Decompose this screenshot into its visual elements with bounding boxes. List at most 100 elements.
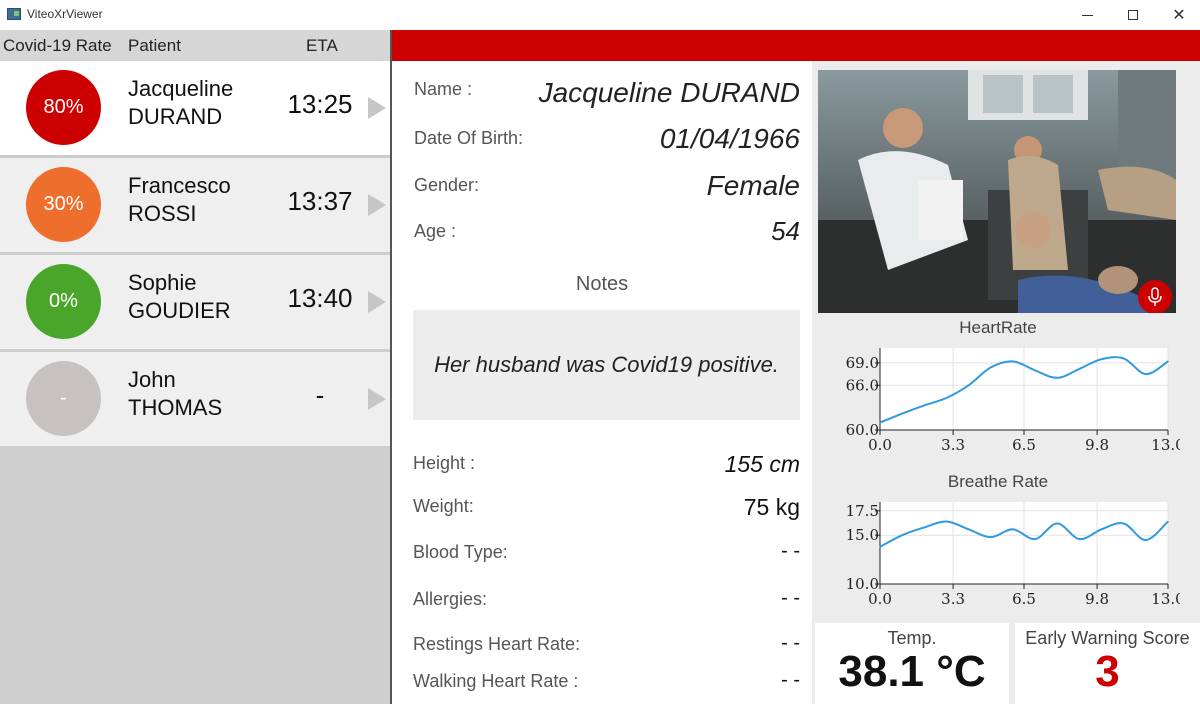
blood-type-value: - - (781, 540, 800, 562)
allergies-label: Allergies: (413, 589, 488, 609)
breathe-rate-chart-svg: 0.0 3.3 6.5 9.8 13.010.015.017.5 (846, 502, 1185, 608)
patient-last-name: DURAND (128, 104, 223, 129)
play-arrow-icon[interactable] (368, 194, 386, 216)
heart-rate-chart-svg: 0.0 3.3 6.5 9.8 13.060.066.069.0 (846, 348, 1185, 454)
patient-eta: 13:25 (287, 89, 353, 119)
data-point (1056, 522, 1059, 525)
data-point (879, 546, 881, 548)
data-point (901, 412, 903, 415)
data-point (1145, 373, 1147, 375)
data-point (923, 526, 926, 529)
data-point (1100, 528, 1103, 531)
allergies-value: - - (781, 587, 800, 609)
notes-box: Her husband was Covid19 positive. (413, 310, 800, 420)
patient-first-name: John (128, 367, 176, 392)
x-tick-label: 6.5 (1012, 436, 1036, 454)
height-label: Height : (413, 453, 476, 473)
notes-title: Notes (575, 273, 629, 295)
temperature-box: Temp. 38.1 °C (815, 623, 1009, 704)
data-point (1122, 522, 1125, 525)
data-point (923, 404, 926, 407)
patient-row[interactable]: 80% Jacqueline DURAND 13:25 (0, 61, 390, 158)
y-tick-label: 10.0 (846, 575, 879, 593)
blood-type-label: Blood Type: (413, 542, 508, 562)
play-arrow-icon[interactable] (368, 97, 386, 119)
close-button[interactable]: ✕ (1156, 0, 1200, 30)
ambulance-video-feed (818, 70, 1176, 313)
patient-name: Francesco ROSSI (128, 172, 231, 228)
weight-value: 75 kg (743, 494, 800, 520)
data-point (1167, 360, 1169, 363)
video-frame (818, 70, 1176, 313)
covid-rate-badge: 0% (26, 264, 101, 339)
data-point (945, 520, 948, 523)
data-point (1012, 360, 1014, 363)
patient-list-panel: Covid-19 Rate Patient ETA 80% Jacqueline… (0, 30, 390, 704)
heart-rate-chart-title: HeartRate (959, 318, 1037, 337)
patient-list-header: Covid-19 Rate Patient ETA (0, 30, 390, 61)
y-tick-label: 15.0 (846, 526, 879, 544)
data-point (1100, 358, 1103, 360)
x-tick-label: 13.0 (1151, 436, 1180, 454)
header-covid-rate: Covid-19 Rate (3, 36, 112, 55)
y-tick-label: 69.0 (846, 354, 879, 372)
data-point (1056, 377, 1059, 379)
name-label: Name : (414, 79, 473, 99)
minimize-button[interactable] (1064, 0, 1110, 30)
header-patient: Patient (128, 36, 181, 55)
play-arrow-icon[interactable] (368, 388, 386, 410)
name-value: Jacqueline DURAND (538, 77, 800, 108)
early-warning-score-box: Early Warning Score 3 (1015, 623, 1200, 704)
title-bar: ViteoXrViewer ✕ (0, 0, 1200, 31)
app-icon (7, 8, 21, 20)
window-title: ViteoXrViewer (27, 7, 103, 21)
covid-rate-badge: - (26, 361, 101, 436)
dob-label: Date Of Birth: (414, 128, 524, 148)
temperature-label: Temp. (887, 628, 937, 648)
data-point (989, 366, 992, 369)
alert-header-bar (392, 30, 1200, 61)
data-point (1122, 357, 1125, 360)
vitals-panel: Temp. 38.1 °C Early Warning Score 3 (812, 623, 1200, 704)
patient-name: Sophie GOUDIER (128, 269, 231, 325)
maximize-icon (1128, 10, 1138, 20)
x-tick-label: 6.5 (1012, 590, 1036, 608)
microphone-button[interactable] (1138, 280, 1172, 313)
close-icon: ✕ (1172, 7, 1186, 24)
resting-heart-rate-value: - - (781, 632, 800, 654)
breathe-rate-chart-title: Breathe Rate (947, 472, 1049, 491)
maximize-button[interactable] (1110, 0, 1156, 30)
data-point (967, 384, 970, 387)
early-warning-score-value: 3 (1095, 647, 1120, 696)
x-tick-label: 3.3 (941, 436, 965, 454)
patient-first-name: Jacqueline (128, 76, 234, 101)
data-point (1012, 528, 1014, 531)
x-tick-label: 3.3 (941, 590, 965, 608)
data-point (945, 397, 948, 399)
data-point (989, 536, 992, 538)
notes-text: Her husband was Covid19 positive. (434, 352, 779, 377)
patient-row[interactable]: 30% Francesco ROSSI 13:37 (0, 158, 390, 255)
patient-last-name: ROSSI (128, 201, 197, 226)
patient-row[interactable]: - John THOMAS - (0, 352, 390, 449)
x-tick-label: 13.0 (1151, 590, 1180, 608)
patient-last-name: THOMAS (128, 395, 223, 420)
y-tick-label: 17.5 (846, 502, 879, 520)
patient-first-name: Francesco (128, 173, 231, 198)
age-value: 54 (771, 216, 800, 246)
walking-heart-rate-value: - - (781, 669, 800, 691)
patient-eta: 13:37 (287, 186, 353, 216)
age-label: Age : (414, 221, 457, 241)
data-point (1078, 368, 1081, 370)
early-warning-score-label: Early Warning Score (1025, 628, 1190, 648)
patient-eta: 13:40 (287, 283, 353, 313)
heart-rate-chart: 0.0 3.3 6.5 9.8 13.0 60.0 66.0 69.0 (834, 342, 1185, 460)
monitoring-panel: HeartRate 0.0 3.3 6.5 9.8 13.0 60.0 66.0 69.0 B… (812, 61, 1200, 704)
dob-value: 01/04/1966 (659, 123, 800, 154)
play-arrow-icon[interactable] (368, 291, 386, 313)
data-point (967, 528, 970, 531)
patient-eta: - (315, 380, 325, 410)
patient-name: Jacqueline DURAND (128, 75, 233, 131)
patient-row[interactable]: 0% Sophie GOUDIER 13:40 (0, 255, 390, 352)
data-point (1167, 520, 1169, 523)
